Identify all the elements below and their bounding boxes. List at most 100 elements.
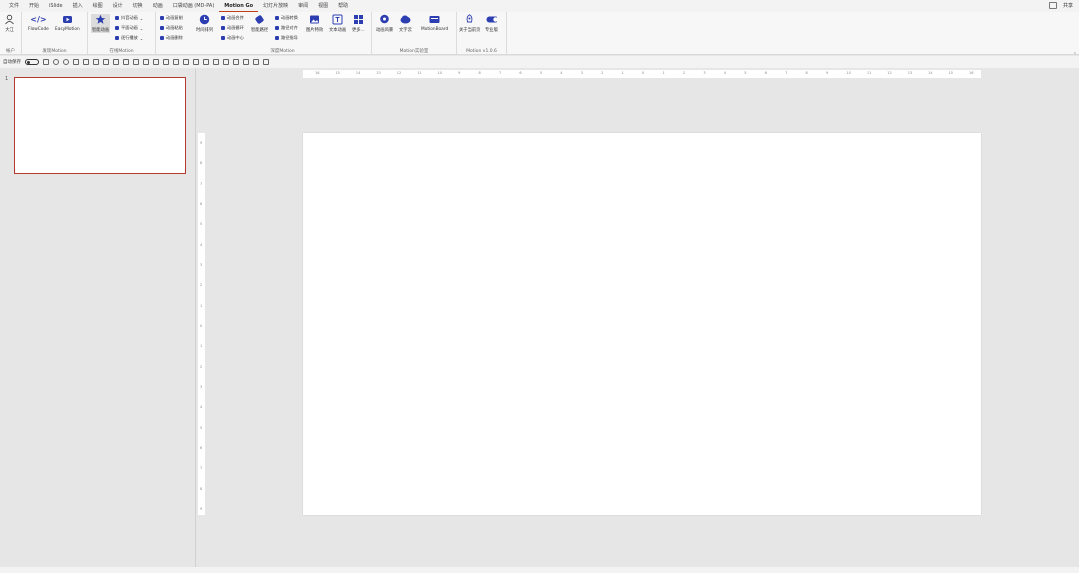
hruler-tick: 7: [785, 71, 788, 75]
textbox-icon[interactable]: [203, 59, 209, 65]
motionboard-button[interactable]: MotionBoard: [421, 14, 448, 32]
more-tools-icon[interactable]: [263, 59, 269, 65]
hruler-tick: 15: [335, 71, 340, 75]
new-slide-icon[interactable]: [83, 59, 89, 65]
slide-thumbnail[interactable]: [14, 77, 186, 174]
status-bar: [0, 567, 1079, 573]
online-item-1[interactable]: 抖音动画 ⌄: [115, 15, 143, 21]
text-anim-button[interactable]: 文本动画: [329, 14, 346, 33]
menu-tab-10[interactable]: 幻灯片放映: [258, 0, 293, 12]
textcloud-button[interactable]: 文字云: [399, 14, 412, 33]
copy-icon: [160, 16, 164, 20]
anim-delete[interactable]: 动画删除: [160, 35, 183, 41]
group-label-deep: 深度Motion: [270, 49, 295, 54]
autosave-toggle[interactable]: [25, 59, 39, 65]
menu-tab-6[interactable]: 切换: [128, 0, 148, 12]
smart-path-button[interactable]: 智能路径: [251, 14, 268, 33]
deep-convert[interactable]: 动画转换: [275, 15, 298, 21]
present-icon[interactable]: [73, 59, 79, 65]
share-button[interactable]: 共享: [1063, 2, 1073, 9]
hruler-tick: 15: [948, 71, 954, 75]
anim-copy[interactable]: 动画复制: [160, 15, 183, 21]
hruler-tick: 13: [376, 71, 381, 75]
quick-access-toolbar: 自动保存: [0, 56, 1079, 68]
hruler-tick: 4: [723, 71, 726, 75]
easymotion-label: EasyMotion: [55, 27, 80, 32]
align-right-icon[interactable]: [173, 59, 179, 65]
menu-tab-13[interactable]: 帮助: [333, 0, 353, 12]
group-anim-copy: 动画复制 动画粘贴 动画删除: [156, 12, 194, 55]
menu-tab-2[interactable]: iSlide: [44, 0, 68, 12]
deep-loop[interactable]: 动画循环: [221, 25, 244, 31]
menu-tab-9[interactable]: Motion Go: [219, 0, 259, 12]
group-label-about: Motion v1.0.6: [466, 49, 497, 54]
account-button[interactable]: 大江: [4, 14, 15, 33]
rocket-icon: [464, 14, 475, 25]
image-effect-button[interactable]: 图片特效: [306, 14, 323, 33]
about-button[interactable]: 关于当前页: [459, 14, 480, 33]
grid-icon: [353, 14, 364, 25]
menu-tab-5[interactable]: 设计: [108, 0, 128, 12]
fill-icon[interactable]: [223, 59, 229, 65]
arrange-icon[interactable]: [193, 59, 199, 65]
hruler-tick: 12: [887, 71, 892, 75]
outline-icon[interactable]: [233, 59, 239, 65]
anim-paste[interactable]: 动画粘贴: [160, 25, 183, 31]
menu-tab-4[interactable]: 绘图: [88, 0, 108, 12]
hruler-tick: 3: [703, 71, 706, 75]
vruler-tick: 2: [200, 364, 203, 369]
menu-tab-11[interactable]: 审阅: [293, 0, 313, 12]
align-center-icon[interactable]: [163, 59, 169, 65]
crop-icon[interactable]: [253, 59, 259, 65]
shape-icon[interactable]: [123, 59, 129, 65]
menu-tab-12[interactable]: 视图: [313, 0, 333, 12]
deep-merge[interactable]: 动画合并: [221, 15, 244, 21]
hruler-tick: 4: [560, 71, 563, 75]
effects-icon[interactable]: [243, 59, 249, 65]
smart-animation-button[interactable]: 智能动画: [91, 14, 111, 33]
group-label-explore: 发现Motion: [42, 49, 67, 54]
more-button[interactable]: 更多...: [352, 14, 365, 33]
group-icon[interactable]: [143, 59, 149, 65]
pro-button[interactable]: 专业版: [485, 14, 498, 33]
vruler-tick: 3: [200, 263, 203, 267]
picture-icon[interactable]: [113, 59, 119, 65]
table-icon[interactable]: [103, 59, 109, 65]
style-button[interactable]: 动画风暴: [376, 14, 393, 33]
save-icon[interactable]: [43, 59, 49, 65]
hruler-tick: 16: [969, 71, 974, 75]
timeline-button[interactable]: 时间排列: [196, 14, 213, 33]
redo-icon[interactable]: [63, 59, 69, 65]
hruler-tick: 11: [866, 71, 872, 75]
slide-canvas[interactable]: [303, 133, 981, 515]
vruler-tick: 5: [200, 425, 203, 430]
deep-align[interactable]: 路径对齐: [275, 25, 298, 31]
plane-icon: [115, 26, 119, 30]
horizontal-ruler: 16 15 14 13 12 11 10 9 8 7 6 5 4 3 2 1 0 1 2 3 4 5 6 7 8 9 10 11 12 1…: [303, 70, 981, 78]
deep-center[interactable]: 动画中心: [221, 35, 244, 41]
menu-tab-0[interactable]: 文件: [4, 0, 24, 12]
menu-bar: 文件 开始 iSlide 插入 绘图 设计 切换 动画 口袋动画 (MD-PA) Motion G…: [0, 0, 1079, 12]
menu-tab-7[interactable]: 动画: [148, 0, 168, 12]
menu-tab-1[interactable]: 开始: [24, 0, 44, 12]
online-item-2[interactable]: 平面动画 ⌄: [115, 25, 143, 31]
menu-tab-8[interactable]: 口袋动画 (MD-PA): [168, 0, 220, 12]
hruler-tick: 9: [825, 71, 829, 75]
menu-tab-3[interactable]: 插入: [68, 0, 88, 12]
hruler-tick: 5: [744, 71, 747, 75]
font-color-icon[interactable]: [213, 59, 219, 65]
online-item-3[interactable]: 逐行播放 ⌄: [115, 35, 143, 41]
group-lab: 动画风暴 文字云 MotionBoard Motion实验室: [372, 12, 457, 55]
undo-icon[interactable]: [53, 59, 59, 65]
flowcode-button[interactable]: </> FlowCode: [28, 14, 49, 32]
deep-guide[interactable]: 路径指导: [275, 35, 298, 41]
distribute-icon[interactable]: [183, 59, 189, 65]
align-left-icon[interactable]: [153, 59, 159, 65]
comments-icon[interactable]: [1048, 2, 1057, 9]
slide-thumbnail-pane: 1: [0, 69, 196, 567]
layout-icon[interactable]: [93, 59, 99, 65]
format-painter-icon[interactable]: [133, 59, 139, 65]
vruler-tick: 1: [200, 303, 203, 308]
easymotion-button[interactable]: EasyMotion: [55, 14, 80, 32]
guide-icon: [275, 36, 279, 40]
